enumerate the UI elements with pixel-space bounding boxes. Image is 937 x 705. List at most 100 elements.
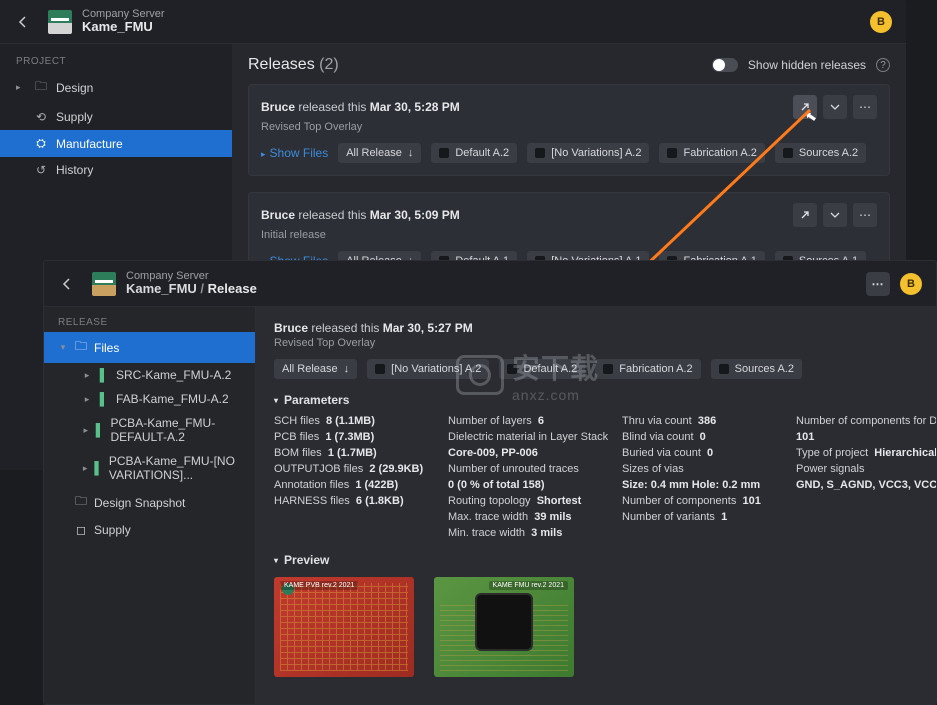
release-byline: Bruce released this Mar 30, 5:28 PM bbox=[261, 100, 460, 114]
param-row: 101 bbox=[796, 431, 936, 443]
pcb-preview[interactable]: KAME FMU rev.2 2021 bbox=[434, 577, 574, 677]
supply-icon: ⟲ bbox=[34, 110, 48, 124]
param-row: 0 (0 % of total 158) bbox=[448, 479, 598, 491]
release-sidebar: RELEASE ▾🗀 Files ▸▌ SRC-Kame_FMU-A.2 ▸▌ … bbox=[44, 307, 256, 704]
release-byline: Bruce released this Mar 30, 5:27 PM bbox=[274, 321, 918, 335]
param-row: Min. trace width 3 mils bbox=[448, 527, 598, 539]
all-release-pill[interactable]: All Release ↓ bbox=[274, 359, 357, 379]
param-row: PCB files 1 (7.3MB) bbox=[274, 431, 424, 443]
back-button[interactable] bbox=[14, 13, 32, 31]
sidebar-item-design[interactable]: ▸ 🗀 Design bbox=[0, 71, 232, 104]
param-row: Number of components 101 bbox=[622, 495, 772, 507]
file-icon: ▌ bbox=[98, 392, 110, 406]
variant-pill[interactable]: Sources A.2 bbox=[711, 359, 802, 379]
window-header: Company Server Kame_FMU B bbox=[0, 0, 906, 44]
server-titles: Company Server Kame_FMU bbox=[82, 8, 165, 34]
release-window: Company Server Kame_FMU / Release ⋯ B RE… bbox=[43, 260, 937, 705]
show-files-link[interactable]: ▸Show Files bbox=[261, 146, 328, 160]
release-window-header: Company Server Kame_FMU / Release ⋯ B bbox=[44, 261, 936, 307]
avatar[interactable]: B bbox=[900, 273, 922, 295]
sidebar-item-label: Design bbox=[56, 81, 93, 95]
param-row: Type of project Hierarchical bbox=[796, 447, 936, 459]
param-row: GND, S_AGND, VCC3, VCC3A, VCC5 bbox=[796, 479, 936, 491]
file-icon: ▌ bbox=[96, 423, 105, 437]
release-note: Revised Top Overlay bbox=[261, 121, 877, 133]
variant-pill[interactable]: Fabrication A.2 bbox=[595, 359, 700, 379]
release-dropdown-button[interactable] bbox=[823, 203, 847, 227]
param-row: Dielectric material in Layer Stack bbox=[448, 431, 598, 443]
param-row: HARNESS files 6 (1.8KB) bbox=[274, 495, 424, 507]
folder-icon: 🗀 bbox=[74, 337, 88, 358]
back-button[interactable] bbox=[58, 275, 76, 293]
releases-title: Releases (2) bbox=[248, 56, 339, 74]
param-row: Size: 0.4 mm Hole: 0.2 mm bbox=[622, 479, 772, 491]
manufacture-icon: ⛭ bbox=[34, 136, 48, 151]
tree-file-item[interactable]: ▸▌ PCBA-Kame_FMU-DEFAULT-A.2 bbox=[44, 411, 255, 449]
variant-pill[interactable]: [No Variations] A.2 bbox=[527, 143, 649, 163]
show-hidden-label: Show hidden releases bbox=[748, 58, 866, 72]
param-row: OUTPUTJOB files 2 (29.9KB) bbox=[274, 463, 424, 475]
file-icon: ▌ bbox=[98, 368, 110, 382]
all-release-pill[interactable]: All Release ↓ bbox=[338, 143, 421, 163]
tree-file-item[interactable]: ▸▌ FAB-Kame_FMU-A.2 bbox=[44, 387, 255, 411]
release-more-button[interactable]: ⋯ bbox=[853, 203, 877, 227]
breadcrumb: Kame_FMU / Release bbox=[126, 282, 257, 296]
show-hidden-toggle[interactable] bbox=[712, 58, 738, 72]
param-row: Sizes of vias bbox=[622, 463, 772, 475]
release-byline: Bruce released this Mar 30, 5:09 PM bbox=[261, 208, 460, 222]
open-release-button[interactable] bbox=[793, 95, 817, 119]
pcb-preview[interactable]: KAME PVB rev.2 2021 bbox=[274, 577, 414, 677]
param-row: Number of layers 6 bbox=[448, 415, 598, 427]
server-titles: Company Server Kame_FMU / Release bbox=[126, 270, 257, 296]
snapshot-icon: 🗀 bbox=[74, 492, 88, 513]
server-icon bbox=[92, 272, 116, 296]
param-row: Routing topology Shortest bbox=[448, 495, 598, 507]
file-icon: ▌ bbox=[94, 461, 103, 475]
param-row: Number of variants 1 bbox=[622, 511, 772, 523]
releases-topbar: Releases (2) Show hidden releases ? bbox=[248, 56, 890, 74]
param-row: Max. trace width 39 mils bbox=[448, 511, 598, 523]
tree-file-item[interactable]: ▸▌ PCBA-Kame_FMU-[NO VARIATIONS]... bbox=[44, 449, 255, 487]
param-row: Core-009, PP-006 bbox=[448, 447, 598, 459]
release-main: Bruce released this Mar 30, 5:27 PM Revi… bbox=[256, 307, 936, 704]
param-row: SCH files 8 (1.1MB) bbox=[274, 415, 424, 427]
sidebar-section-label: PROJECT bbox=[0, 50, 232, 71]
sidebar-item-label: History bbox=[56, 163, 93, 177]
sidebar-item-history[interactable]: ↺ History bbox=[0, 157, 232, 183]
sidebar-item-label: Manufacture bbox=[56, 137, 123, 151]
param-row: Blind via count 0 bbox=[622, 431, 772, 443]
param-row: Thru via count 386 bbox=[622, 415, 772, 427]
server-icon bbox=[48, 10, 72, 34]
variant-pill[interactable]: Default A.2 bbox=[431, 143, 517, 163]
param-row: Power signals bbox=[796, 463, 936, 475]
sidebar-item-label: Supply bbox=[56, 110, 93, 124]
sidebar-item-manufacture[interactable]: ⛭ Manufacture bbox=[0, 130, 232, 157]
tree-files[interactable]: ▾🗀 Files bbox=[44, 332, 255, 363]
preview-header[interactable]: ▾Preview bbox=[274, 553, 918, 567]
tree-file-item[interactable]: ▸▌ SRC-Kame_FMU-A.2 bbox=[44, 363, 255, 387]
preview-row: KAME PVB rev.2 2021 KAME FMU rev.2 2021 bbox=[274, 577, 918, 677]
param-row: Buried via count 0 bbox=[622, 447, 772, 459]
release-card: Bruce released this Mar 30, 5:28 PM ⋯ Re… bbox=[248, 84, 890, 176]
release-more-button[interactable]: ⋯ bbox=[853, 95, 877, 119]
sidebar-item-supply[interactable]: ⟲ Supply bbox=[0, 104, 232, 130]
folder-icon: 🗀 bbox=[34, 77, 48, 98]
open-release-button[interactable] bbox=[793, 203, 817, 227]
variant-pill[interactable]: Sources A.2 bbox=[775, 143, 866, 163]
variant-pill[interactable]: Default A.2 bbox=[499, 359, 585, 379]
window-more-button[interactable]: ⋯ bbox=[866, 272, 890, 296]
param-row: Number of unrouted traces bbox=[448, 463, 598, 475]
release-note: Initial release bbox=[261, 229, 877, 241]
param-row: BOM files 1 (1.7MB) bbox=[274, 447, 424, 459]
tree-supply[interactable]: ◻ Supply bbox=[44, 518, 255, 542]
sidebar-section-label: RELEASE bbox=[44, 307, 255, 332]
project-name: Kame_FMU bbox=[82, 20, 165, 34]
variant-pill[interactable]: Fabrication A.2 bbox=[659, 143, 764, 163]
history-icon: ↺ bbox=[34, 163, 48, 177]
parameters-header[interactable]: ▾Parameters bbox=[274, 393, 918, 407]
avatar[interactable]: B bbox=[870, 11, 892, 33]
tree-design-snapshot[interactable]: 🗀 Design Snapshot bbox=[44, 487, 255, 518]
release-dropdown-button[interactable] bbox=[823, 95, 847, 119]
variant-pill[interactable]: [No Variations] A.2 bbox=[367, 359, 489, 379]
help-icon[interactable]: ? bbox=[876, 58, 890, 72]
